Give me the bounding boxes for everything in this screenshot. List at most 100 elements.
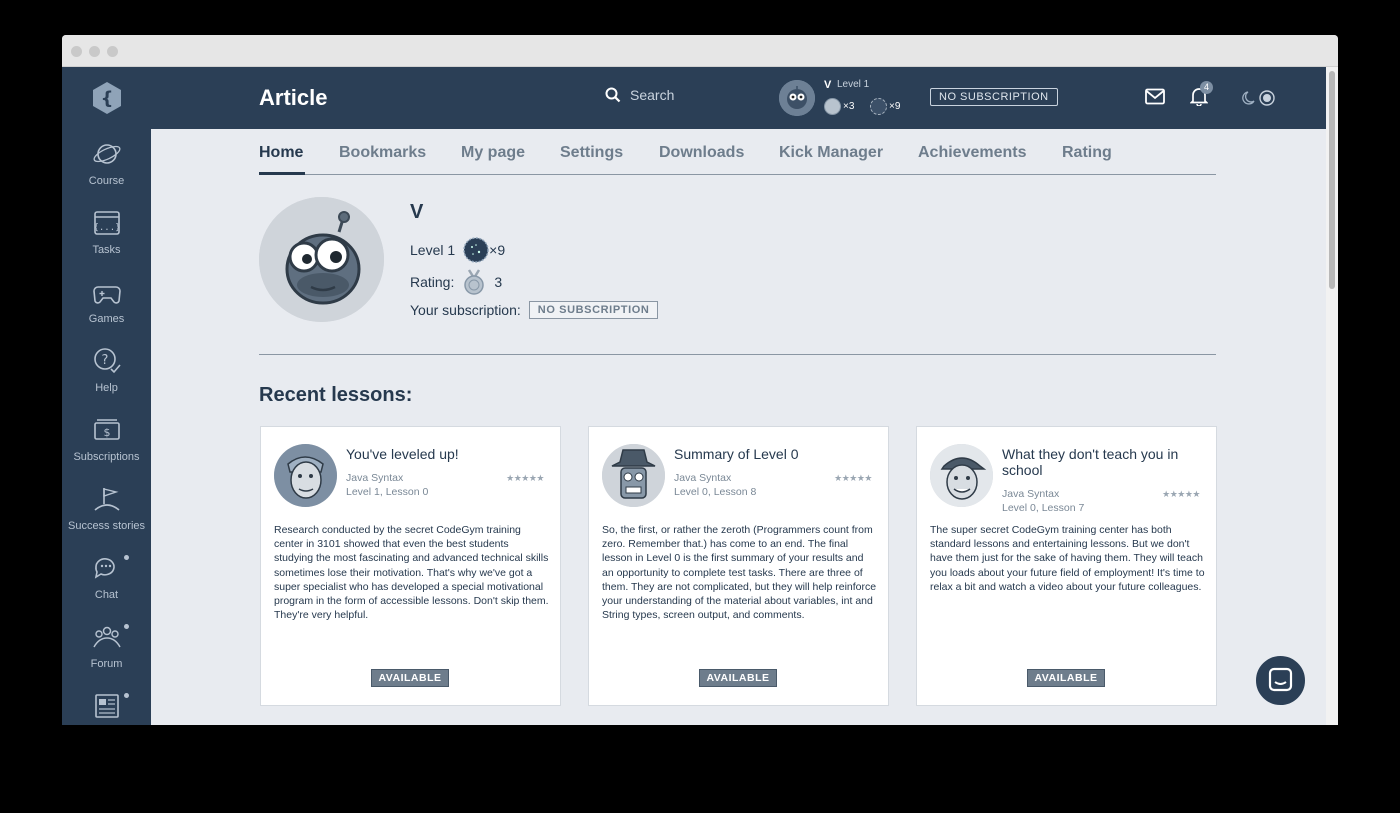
unread-dot: [124, 555, 129, 560]
lesson-rating-stars: ★★★★★: [506, 473, 544, 483]
sidebar-item-chat[interactable]: Chat: [62, 553, 151, 613]
profile-level-row: Level 1 ×9: [410, 237, 505, 263]
theme-toggle[interactable]: [1240, 89, 1276, 112]
search-input[interactable]: Search: [605, 87, 674, 103]
tab-achievements[interactable]: Achievements: [918, 144, 1027, 162]
chat-bubbles-icon: [94, 558, 115, 579]
sidebar-item-games[interactable]: Games: [62, 277, 151, 337]
maximize-window-button[interactable]: [107, 46, 118, 57]
sidebar-item-label: Help: [95, 382, 118, 394]
sidebar-item-subscriptions[interactable]: $ Subscriptions: [62, 415, 151, 475]
sidebar-item-label: Subscriptions: [73, 451, 140, 463]
lesson-number: Level 1, Lesson 0: [346, 486, 429, 498]
gamepad-icon: [92, 286, 121, 304]
lesson-avatar: [930, 444, 993, 507]
sidebar-item-tasks[interactable]: {...} Tasks: [62, 208, 151, 268]
flag-on-hill-icon: [93, 488, 120, 511]
tab-home[interactable]: Home: [259, 144, 303, 162]
scrollbar-thumb[interactable]: [1329, 71, 1335, 289]
tab-my-page[interactable]: My page: [461, 144, 525, 162]
codegym-logo-icon[interactable]: {: [90, 81, 124, 115]
messages-button[interactable]: [1145, 88, 1165, 110]
svg-text:$: $: [103, 426, 110, 439]
sidebar-item-label: Games: [88, 313, 125, 325]
minimize-window-button[interactable]: [89, 46, 100, 57]
main-content: Home Bookmarks My page Settings Download…: [151, 129, 1326, 725]
sidebar-item-success-stories[interactable]: Success stories: [62, 484, 151, 544]
lesson-rating-stars: ★★★★★: [834, 473, 872, 483]
tab-bookmarks[interactable]: Bookmarks: [339, 144, 426, 162]
lesson-number: Level 0, Lesson 7: [1002, 502, 1085, 514]
avatar[interactable]: [779, 80, 815, 116]
profile-subscription-row: Your subscription: NO SUBSCRIPTION: [410, 301, 659, 319]
svg-text:?: ?: [101, 353, 108, 368]
robot-avatar-icon: [779, 80, 815, 116]
code-window-icon: {...}: [93, 211, 120, 235]
recent-lessons-heading: Recent lessons:: [259, 384, 413, 406]
character-portrait-icon: [930, 444, 993, 507]
tab-downloads[interactable]: Downloads: [659, 144, 744, 162]
medal-icon: [824, 98, 841, 115]
envelope-icon: [1145, 88, 1165, 105]
medal-counter: ×9: [870, 98, 900, 115]
lesson-quest: Java Syntax: [1002, 488, 1060, 500]
robot-avatar-icon: [259, 197, 384, 322]
moon-sun-icon: [1242, 90, 1275, 106]
lesson-quest: Java Syntax: [346, 472, 404, 484]
sidebar-item-label: Success stories: [67, 520, 146, 532]
search-icon: [605, 87, 621, 103]
page-title: Article: [259, 85, 328, 110]
sidebar-item-label: Chat: [94, 589, 119, 601]
sidebar-item-forum[interactable]: Forum: [62, 622, 151, 682]
subscription-button[interactable]: NO SUBSCRIPTION: [930, 88, 1058, 106]
close-window-button[interactable]: [71, 46, 82, 57]
sidebar-item-label: Course: [88, 175, 125, 187]
sidebar-item-help[interactable]: ? Help: [62, 346, 151, 406]
lesson-description: Research conducted by the secret CodeGym…: [274, 524, 549, 622]
tab-settings[interactable]: Settings: [560, 144, 623, 162]
lesson-rating-stars: ★★★★★: [1162, 489, 1200, 499]
tab-bar: Home Bookmarks My page Settings Download…: [259, 129, 1216, 175]
lesson-description: So, the first, or rather the zeroth (Pro…: [602, 524, 877, 622]
newspaper-icon: [94, 694, 119, 718]
lesson-title: You've leveled up!: [346, 446, 459, 462]
money-card-icon: $: [93, 419, 120, 440]
profile-name: V: [410, 201, 424, 223]
character-portrait-icon: [274, 444, 337, 507]
lesson-avatar: [274, 444, 337, 507]
lesson-card[interactable]: You've leveled up! Java Syntax Level 1, …: [260, 426, 561, 706]
people-group-icon: [92, 626, 121, 648]
unread-dot: [124, 693, 129, 698]
profile-rating-row: Rating: 3: [410, 269, 502, 295]
sidebar: { Course {...} Tasks Games ? Help $ Subs…: [62, 67, 151, 725]
notification-badge: 4: [1200, 81, 1213, 94]
sidebar-item-label: Forum: [90, 658, 123, 670]
sidebar-item-articles[interactable]: [62, 691, 151, 725]
help-question-icon: ?: [93, 348, 121, 374]
galaxy-medal-icon: [463, 237, 489, 263]
user-name: V: [824, 79, 832, 91]
page-scrollbar[interactable]: [1326, 67, 1338, 725]
lesson-avatar: [602, 444, 665, 507]
sidebar-item-course[interactable]: Course: [62, 139, 151, 199]
sidebar-item-label: Tasks: [92, 244, 121, 256]
lesson-card[interactable]: What they don't teach you in school Java…: [916, 426, 1217, 706]
window-titlebar: [62, 35, 1338, 67]
support-chat-button[interactable]: [1254, 654, 1307, 707]
lesson-status-badge: AVAILABLE: [699, 669, 777, 687]
search-placeholder: Search: [630, 87, 675, 103]
lesson-card[interactable]: Summary of Level 0 Java Syntax Level 0, …: [588, 426, 889, 706]
top-navbar: Article Search V Level 1 ×3 ×9 NO SUBSCR…: [151, 67, 1326, 129]
tab-kick-manager[interactable]: Kick Manager: [779, 144, 883, 162]
svg-text:{: {: [101, 88, 114, 109]
tab-rating[interactable]: Rating: [1062, 144, 1112, 162]
notifications-button[interactable]: 4: [1189, 81, 1213, 111]
rating-medal-icon: [464, 269, 485, 295]
subscription-badge[interactable]: NO SUBSCRIPTION: [528, 301, 659, 319]
lesson-quest: Java Syntax: [674, 472, 732, 484]
profile-avatar[interactable]: [259, 197, 384, 322]
medal-icon: [870, 98, 887, 115]
planet-icon: [92, 144, 121, 164]
active-tab-indicator: [259, 172, 305, 175]
lesson-status-badge: AVAILABLE: [1027, 669, 1105, 687]
